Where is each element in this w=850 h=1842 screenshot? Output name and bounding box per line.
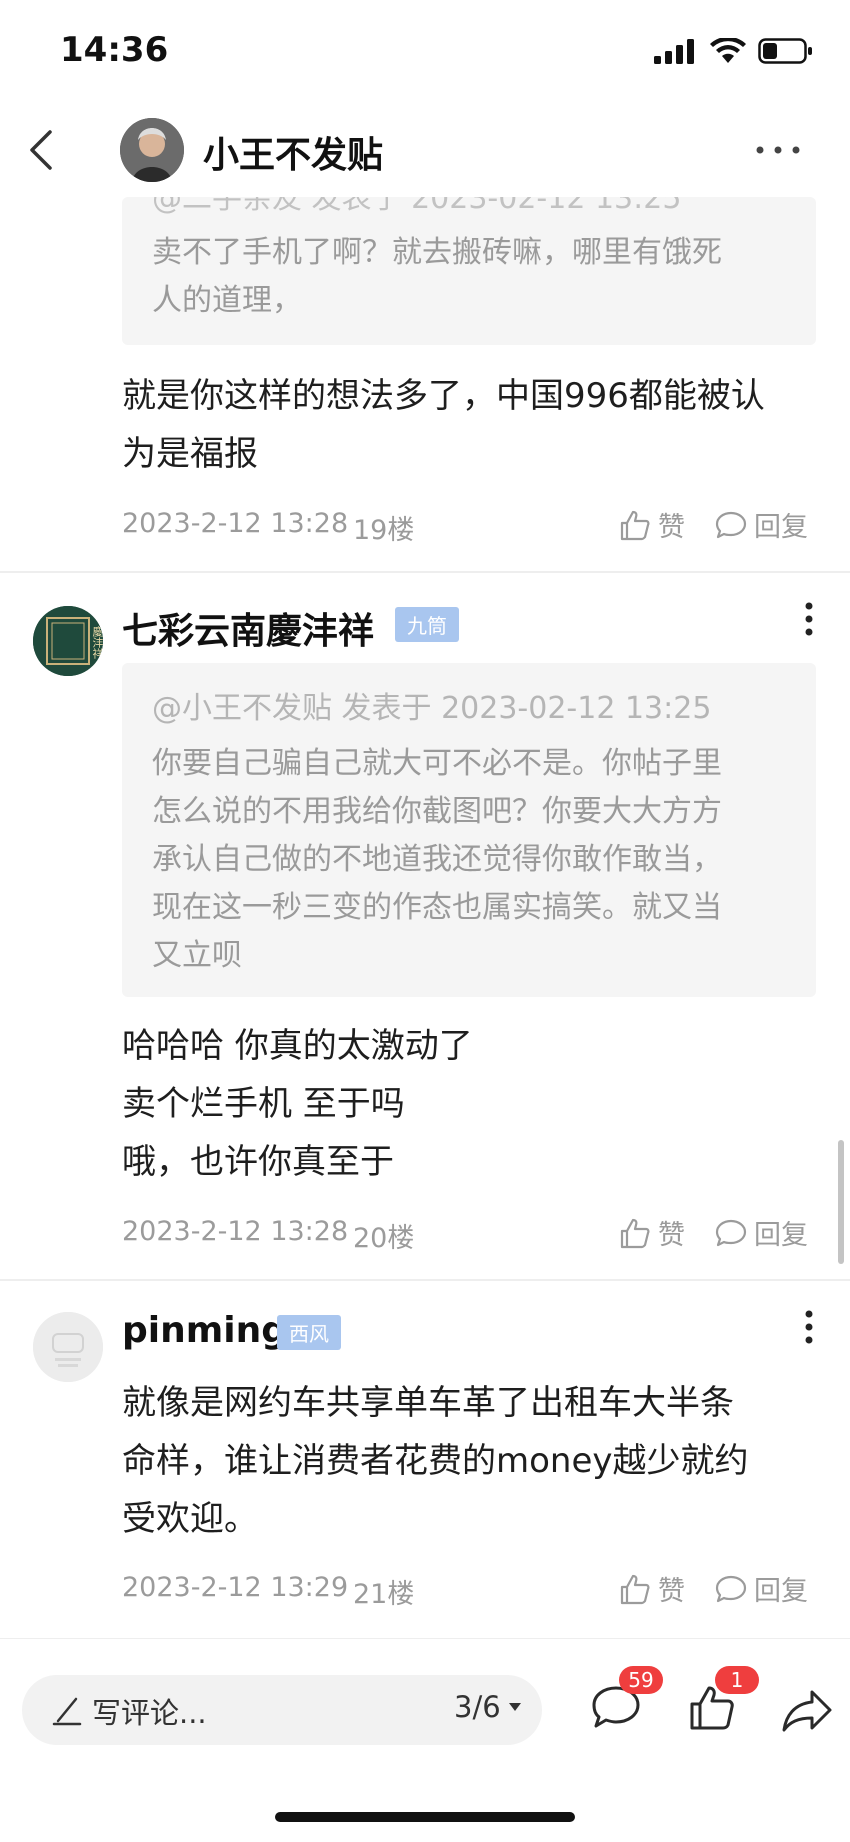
- quote-header: @二手亲友 发表于 2023-02-12 13:25: [152, 197, 682, 216]
- default-avatar-icon: [33, 1312, 103, 1382]
- kebab-menu-icon[interactable]: [794, 597, 824, 641]
- quote-header: @小王不发贴 发表于 2023-02-12 13:25: [152, 691, 712, 726]
- thumbs-up-icon: [620, 1574, 650, 1604]
- comment-body-line: 命样，谁让消费者花费的money越少就约: [122, 1441, 749, 1481]
- kebab-menu-icon[interactable]: [794, 1305, 824, 1349]
- divider: [0, 571, 850, 573]
- comment-time: 2023-2-12 13:29: [122, 1572, 349, 1603]
- pen-icon: [52, 1697, 82, 1726]
- quote-line: 又立呗: [152, 938, 242, 973]
- reply-button[interactable]: 回复: [714, 505, 808, 544]
- header-avatar[interactable]: [120, 118, 184, 182]
- quote-box: @二手亲友 发表于 2023-02-12 13:25 卖不了手机了啊？就去搬砖嘛…: [122, 197, 816, 345]
- more-icon[interactable]: [750, 128, 806, 172]
- signal-icon: [654, 39, 694, 64]
- like-count-badge: 1: [715, 1666, 759, 1694]
- quote-box: @小王不发贴 发表于 2023-02-12 13:25 你要自己骗自己就大可不必…: [122, 663, 816, 997]
- quote-line: 承认自己做的不地道我还觉得你敢作敢当，: [152, 842, 722, 877]
- share-icon[interactable]: [780, 1686, 834, 1736]
- reply-bubble-icon: [715, 1219, 747, 1246]
- reply-label: 回复: [754, 1220, 808, 1251]
- divider: [0, 1279, 850, 1281]
- reply-button[interactable]: 回复: [714, 1213, 808, 1252]
- reply-bubble-icon: [715, 511, 747, 538]
- thumbs-up-icon: [620, 510, 650, 540]
- scrollbar[interactable]: [838, 1140, 844, 1264]
- quote-line: 现在这一秒三变的作态也属实搞笑。就又当: [152, 890, 722, 925]
- status-icons: [654, 36, 814, 66]
- home-indicator: [275, 1812, 575, 1822]
- page-number: 3/6: [454, 1690, 501, 1724]
- username[interactable]: pinming: [122, 1310, 287, 1351]
- like-label: 赞: [658, 1220, 685, 1251]
- comment-body-line: 受欢迎。: [122, 1499, 258, 1539]
- level-badge: 九筒: [395, 607, 459, 642]
- comment-body-line: 卖个烂手机 至于吗: [122, 1084, 405, 1124]
- comment-floor: 19楼: [353, 515, 415, 546]
- comment-placeholder[interactable]: 写评论...: [92, 1690, 207, 1732]
- like-button[interactable]: 赞: [618, 1213, 685, 1252]
- reply-label: 回复: [754, 1576, 808, 1607]
- username[interactable]: 七彩云南慶沣祥: [122, 602, 374, 654]
- like-button[interactable]: 赞: [618, 1569, 685, 1608]
- comment-body-line: 哦，也许你真至于: [122, 1142, 394, 1182]
- quote-line: 你要自己骗自己就大可不必不是。你帖子里: [152, 746, 722, 781]
- reply-label: 回复: [754, 512, 808, 543]
- like-label: 赞: [658, 512, 685, 543]
- quote-line: 人的道理，: [152, 283, 302, 318]
- comment-body-line: 就像是网约车共享单车革了出租车大半条: [122, 1383, 734, 1423]
- wifi-icon: [710, 38, 746, 63]
- page-selector[interactable]: 3/6: [454, 1690, 523, 1724]
- comment-floor: 20楼: [353, 1223, 415, 1254]
- quote-line: 怎么说的不用我给你截图吧？你要大大方方: [152, 794, 722, 829]
- back-icon[interactable]: [20, 120, 70, 180]
- reply-button[interactable]: 回复: [714, 1569, 808, 1608]
- battery-icon: [758, 38, 812, 64]
- avatar-text: 慶沣祥: [91, 625, 103, 659]
- like-button[interactable]: 赞: [618, 505, 685, 544]
- comment-body-line: 哈哈哈 你真的太激动了: [122, 1026, 473, 1066]
- comment-time: 2023-2-12 13:28: [122, 508, 349, 539]
- avatar-image-icon: [120, 118, 184, 182]
- header-title[interactable]: 小王不发贴: [203, 126, 383, 178]
- user-avatar[interactable]: 慶沣祥: [33, 606, 103, 676]
- comment-count-badge: 59: [619, 1666, 663, 1694]
- reply-bubble-icon: [715, 1575, 747, 1602]
- caret-down-icon: [508, 1703, 521, 1711]
- level-badge: 西风: [277, 1315, 341, 1350]
- quote-line: 卖不了手机了啊？就去搬砖嘛，哪里有饿死: [152, 235, 722, 270]
- comment-time: 2023-2-12 13:28: [122, 1216, 349, 1247]
- comment-body-line: 就是你这样的想法多了，中国996都能被认: [122, 376, 765, 416]
- comment-body-line: 为是福报: [122, 434, 258, 474]
- user-avatar[interactable]: [33, 1312, 103, 1382]
- thumbs-up-icon: [620, 1218, 650, 1248]
- comment-floor: 21楼: [353, 1579, 415, 1610]
- like-label: 赞: [658, 1576, 685, 1607]
- status-time: 14:36: [60, 30, 169, 70]
